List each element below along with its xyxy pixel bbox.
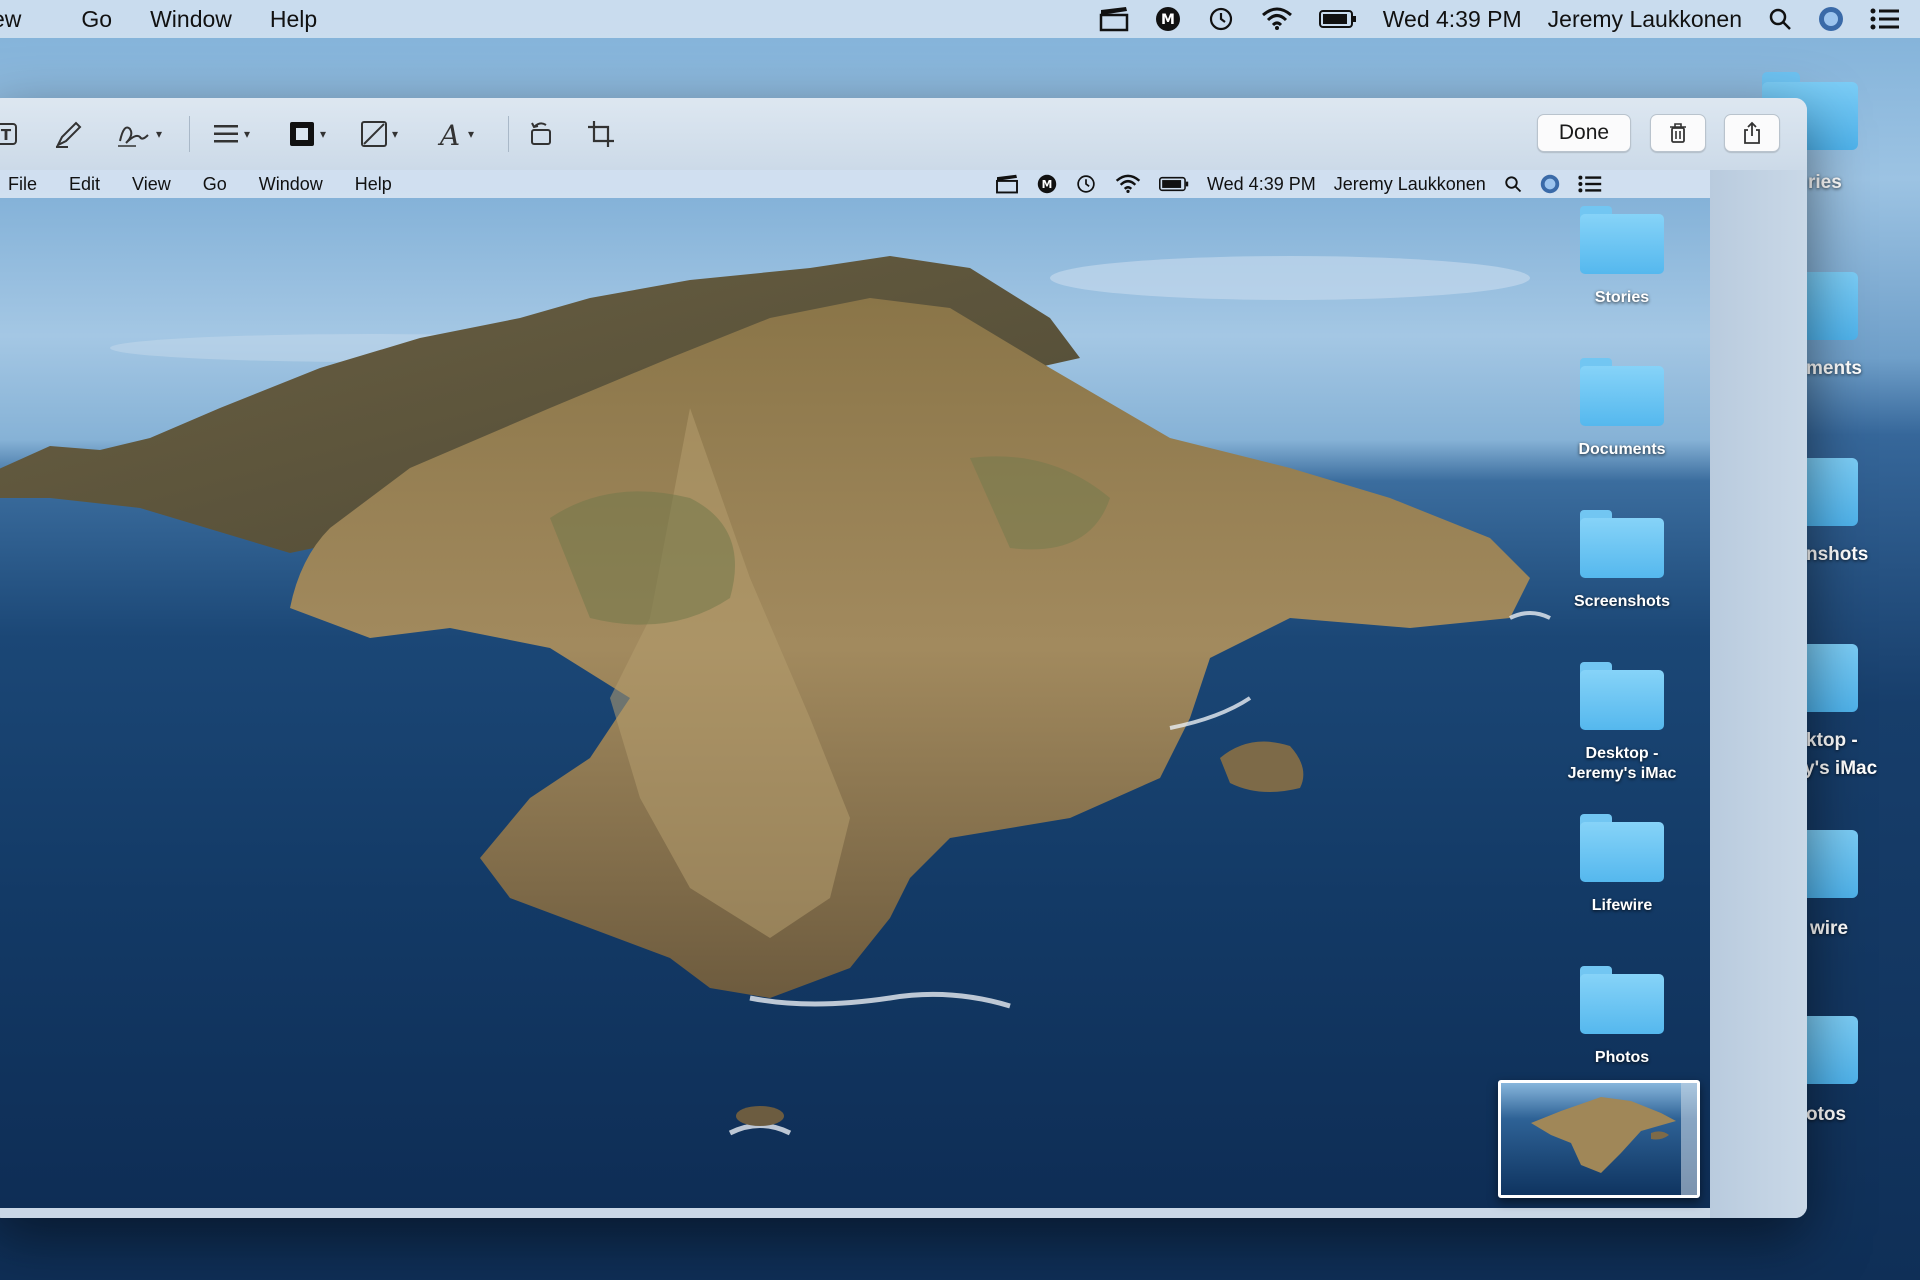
window-right-margin	[1710, 170, 1807, 1218]
svg-text:M: M	[1042, 178, 1053, 191]
outer-user-name[interactable]: Jeremy Laukkonen	[1548, 6, 1742, 33]
outer-folder-label: ktop -	[1806, 730, 1858, 751]
svg-text:M: M	[1161, 12, 1175, 28]
outer-menu-view[interactable]: ew	[0, 6, 21, 33]
text-box-tool-icon[interactable]: T	[0, 116, 20, 152]
folder-icon	[1580, 964, 1664, 1034]
crop-icon[interactable]	[586, 116, 616, 152]
share-icon	[1742, 121, 1762, 145]
outer-folder-label: y's iMac	[1804, 758, 1878, 779]
trash-icon	[1668, 122, 1688, 144]
chevron-down-icon[interactable]: ▾	[156, 127, 162, 141]
folder-icon	[1580, 660, 1664, 730]
notification-center-icon[interactable]	[1870, 8, 1900, 30]
spotlight-search-icon	[1504, 175, 1522, 193]
shape-style-icon[interactable]: ▾	[212, 116, 250, 152]
inner-menubar: File Edit View Go Window Help M Wed 4:39…	[0, 170, 1710, 198]
outer-menubar: ew Go Window Help M Wed 4:39 PM Jeremy L…	[0, 0, 1920, 38]
malwarebytes-icon[interactable]: M	[1155, 6, 1181, 32]
chevron-down-icon[interactable]: ▾	[320, 127, 326, 141]
inner-menu-go: Go	[202, 173, 227, 194]
markup-toolbar: T ▾ ▾ ▾ ▾ A ▾ Done	[0, 98, 1807, 171]
siri-icon	[1540, 174, 1560, 194]
svg-text:T: T	[1, 126, 12, 144]
sketch-pen-icon[interactable]	[54, 116, 84, 152]
battery-icon[interactable]	[1318, 9, 1357, 29]
chevron-down-icon[interactable]: ▾	[244, 127, 250, 141]
inner-user-name: Jeremy Laukkonen	[1333, 173, 1486, 194]
screenshot-thumbnail[interactable]	[1498, 1080, 1700, 1198]
chevron-down-icon[interactable]: ▾	[392, 127, 398, 141]
inner-menu-window: Window	[258, 173, 323, 194]
inner-clock: Wed 4:39 PM	[1207, 173, 1316, 194]
fill-color-icon[interactable]: ▾	[360, 116, 398, 152]
folder-icon	[1580, 508, 1664, 578]
folder-icon	[1580, 812, 1664, 882]
folder-label-desktop: Desktop - Jeremy's iMac	[1567, 745, 1677, 782]
inner-menu-help: Help	[354, 173, 392, 194]
markup-window: T ▾ ▾ ▾ ▾ A ▾ Done File Edit View Go Win…	[0, 98, 1807, 1218]
chevron-down-icon[interactable]: ▾	[468, 127, 474, 141]
folder-label-lifewire: Lifewire	[1591, 897, 1653, 914]
outer-menu-window[interactable]: Window	[150, 6, 232, 33]
inner-menu-file: File	[8, 173, 38, 194]
border-color-icon[interactable]: ▾	[288, 116, 326, 152]
thumbnail-image	[1531, 1083, 1697, 1195]
share-button[interactable]	[1724, 114, 1780, 152]
folder-label-photos: Photos	[1594, 1049, 1650, 1066]
folder-icon	[1580, 204, 1664, 274]
outer-folder-label: wire	[1810, 918, 1849, 939]
delete-button[interactable]	[1650, 114, 1706, 152]
clapper-icon	[995, 174, 1019, 194]
time-machine-icon	[1075, 173, 1097, 195]
spotlight-search-icon[interactable]	[1768, 7, 1792, 31]
battery-icon	[1159, 176, 1189, 192]
wifi-icon	[1115, 174, 1141, 194]
inner-menu-view: View	[132, 173, 171, 194]
outer-menu-go[interactable]: Go	[81, 6, 112, 33]
folder-label-stories: Stories	[1594, 289, 1650, 306]
folder-label-documents: Documents	[1578, 441, 1666, 458]
siri-icon[interactable]	[1818, 6, 1844, 32]
inner-menu-edit: Edit	[69, 173, 101, 194]
done-button[interactable]: Done	[1537, 114, 1631, 152]
wifi-icon[interactable]	[1261, 7, 1293, 31]
rotate-icon[interactable]	[526, 116, 556, 152]
folder-label-screenshots: Screenshots	[1573, 593, 1671, 610]
folder-icon	[1580, 356, 1664, 426]
malwarebytes-icon: M	[1037, 174, 1057, 194]
text-style-icon[interactable]: A ▾	[436, 116, 474, 152]
outer-folder-label: ries	[1808, 172, 1842, 193]
outer-menu-help[interactable]: Help	[270, 6, 317, 33]
catalina-island-wallpaper	[0, 256, 1551, 1136]
outer-clock[interactable]: Wed 4:39 PM	[1383, 6, 1522, 33]
notification-center-icon	[1578, 175, 1602, 193]
outer-folder-label: otos	[1806, 1104, 1847, 1125]
clapper-icon[interactable]	[1099, 6, 1129, 32]
outer-folder-label: ments	[1806, 358, 1862, 379]
signature-icon[interactable]: ▾	[116, 116, 162, 152]
svg-text:A: A	[437, 119, 460, 149]
outer-folder-label: nshots	[1806, 544, 1869, 565]
screenshot-preview: File Edit View Go Window Help M Wed 4:39…	[0, 170, 1710, 1208]
time-machine-icon[interactable]	[1207, 5, 1235, 33]
